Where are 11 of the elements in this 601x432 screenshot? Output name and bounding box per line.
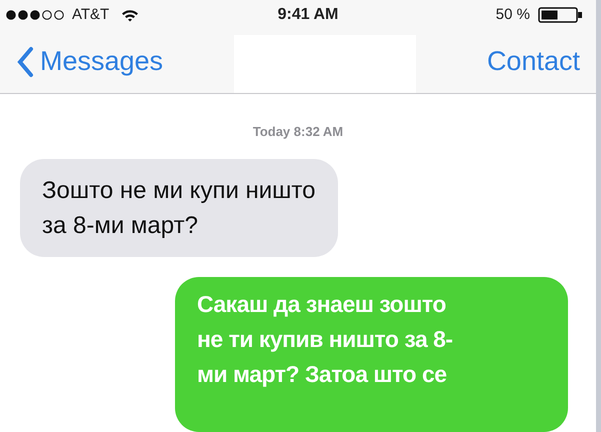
contact-button[interactable]: Contact: [486, 41, 580, 82]
battery-percentage: 50 %: [496, 5, 530, 25]
clock-time: 9:41 AM: [276, 5, 340, 26]
chevron-left-icon: [16, 46, 34, 78]
back-button[interactable]: Messages: [16, 41, 164, 82]
sent-message-bubble: Сакаш да знаеш зошто не ти купив ништо за 8- ми март? Затоа што се: [175, 277, 568, 432]
battery-icon: [538, 6, 584, 24]
carrier-name: AT&T: [72, 5, 110, 25]
message-timestamp: Today 8:32 AM: [252, 122, 344, 141]
wifi-icon: [121, 8, 140, 22]
received-message-bubble: Зошто не ми купи ништо за 8-ми март?: [20, 159, 338, 257]
